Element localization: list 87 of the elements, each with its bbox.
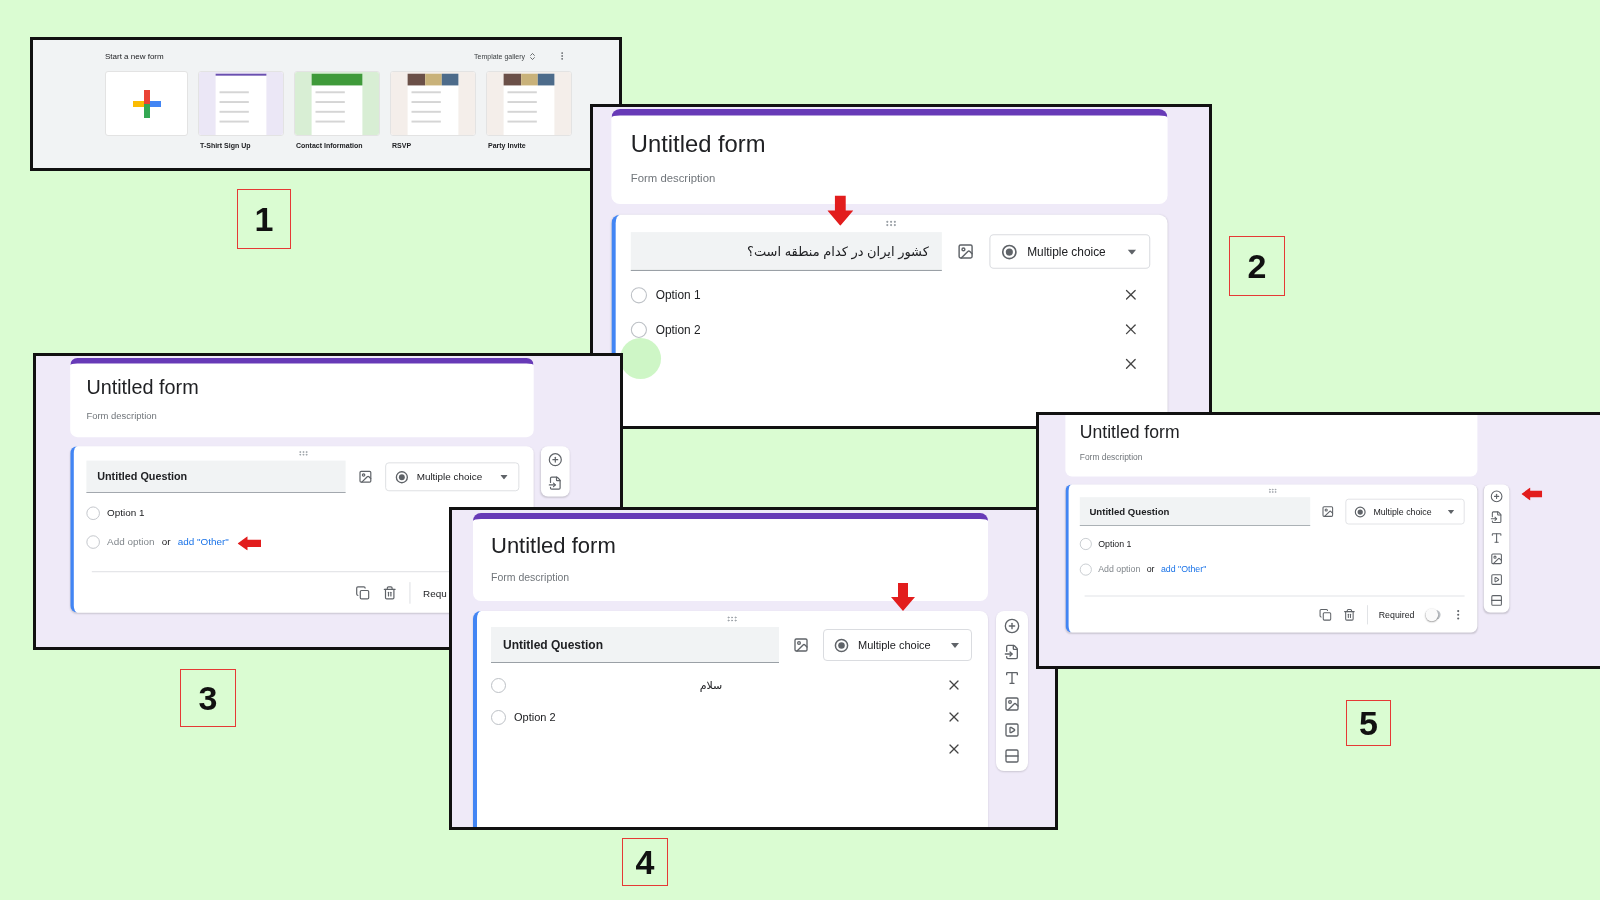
question-field[interactable]: Untitled Question <box>1079 497 1311 526</box>
question-type-dropdown[interactable]: Multiple choice <box>822 629 972 661</box>
required-label: Required <box>1378 609 1415 620</box>
trash-icon[interactable] <box>1343 608 1356 621</box>
import-icon[interactable] <box>548 475 563 491</box>
form-title: Untitled form <box>1079 422 1180 443</box>
drag-handle-icon[interactable] <box>1267 486 1277 496</box>
image-icon[interactable] <box>792 637 809 653</box>
import-icon[interactable] <box>1004 644 1020 660</box>
option-label[interactable]: Option 1 <box>655 288 701 302</box>
caret-icon <box>951 642 959 648</box>
template-thumbnail[interactable] <box>486 71 572 136</box>
option-label[interactable]: Option 1 <box>107 507 145 519</box>
template-thumbnail[interactable] <box>198 71 284 136</box>
import-icon[interactable] <box>1490 510 1503 524</box>
radio-button[interactable] <box>630 321 647 338</box>
form-title: Untitled form <box>630 130 766 159</box>
add-icon[interactable] <box>548 452 563 467</box>
template-thumbnail[interactable] <box>294 71 380 136</box>
text-icon[interactable] <box>1004 670 1020 686</box>
form-title: Untitled form <box>491 533 616 559</box>
copy-icon[interactable] <box>355 585 370 600</box>
section-icon[interactable] <box>1490 594 1503 607</box>
step-number: 1 <box>237 189 291 249</box>
form-description: Form description <box>491 571 570 583</box>
trash-icon[interactable] <box>382 585 397 600</box>
copy-icon[interactable] <box>1319 608 1332 621</box>
video-icon[interactable] <box>1490 573 1503 586</box>
form-description: Form description <box>1079 452 1143 462</box>
image-icon[interactable] <box>956 242 975 261</box>
arrow-annotation <box>1521 487 1543 501</box>
radio-button[interactable] <box>630 286 647 303</box>
radio-button[interactable] <box>491 677 506 693</box>
add-option-link[interactable]: Add option <box>1098 564 1141 574</box>
radio-button-icon <box>1354 505 1367 518</box>
or-text: or <box>161 536 171 547</box>
section-icon[interactable] <box>1004 748 1020 764</box>
question-field[interactable]: Untitled Question <box>491 627 779 663</box>
radio-button[interactable] <box>1079 537 1092 550</box>
image-icon[interactable] <box>1321 505 1335 518</box>
drag-handle-icon[interactable] <box>297 448 309 459</box>
text-icon[interactable] <box>1490 531 1503 545</box>
drag-handle-icon[interactable] <box>725 613 738 625</box>
add-other-link[interactable]: add "Other" <box>1160 564 1207 574</box>
plus-icon <box>130 87 163 120</box>
add-other-link[interactable]: add "Other" <box>177 536 229 547</box>
form-description: Form description <box>630 171 716 185</box>
or-text: or <box>1146 564 1155 574</box>
question-field[interactable]: Untitled Question <box>86 460 346 493</box>
image-icon[interactable] <box>1490 552 1503 566</box>
radio-button-icon <box>1001 243 1018 260</box>
required-label: Requ <box>423 587 447 598</box>
section-heading: Start a new form <box>105 51 164 61</box>
step-number: 3 <box>180 669 236 727</box>
add-option-link[interactable]: Add option <box>107 536 155 547</box>
question-type-dropdown[interactable]: Multiple choice <box>385 462 520 492</box>
radio-button[interactable] <box>86 506 100 520</box>
arrow-annotation <box>237 536 261 551</box>
form-description: Form description <box>86 410 157 421</box>
caret-icon <box>1127 248 1137 255</box>
required-switch[interactable] <box>1425 609 1441 620</box>
question-field[interactable]: کشور ایران در کدام منطقه است؟ <box>630 232 942 271</box>
template-thumbnail[interactable] <box>390 71 476 136</box>
video-icon[interactable] <box>1004 722 1020 738</box>
question-type-dropdown[interactable]: Multiple choice <box>1345 498 1465 525</box>
option-label[interactable]: Option 2 <box>514 711 556 723</box>
form-title: Untitled form <box>86 376 199 400</box>
expand-icon <box>528 51 537 61</box>
question-type-dropdown[interactable]: Multiple choice <box>989 234 1151 269</box>
add-icon[interactable] <box>1004 618 1020 634</box>
step-number: 4 <box>622 838 668 886</box>
option-label[interactable]: Option 2 <box>655 322 701 336</box>
step-number: 2 <box>1229 236 1285 296</box>
radio-button-icon <box>395 470 409 484</box>
arrow-annotation <box>891 583 915 611</box>
image-icon[interactable] <box>358 469 373 484</box>
caret-icon <box>1447 509 1455 514</box>
blank-form-button[interactable] <box>105 71 188 136</box>
option-label[interactable]: Option 1 <box>1098 538 1132 549</box>
radio-button-icon <box>833 637 849 653</box>
step-number: 5 <box>1346 700 1391 746</box>
caret-icon <box>500 474 508 480</box>
arrow-annotation <box>827 195 854 226</box>
image-icon[interactable] <box>1004 696 1020 712</box>
option-label[interactable]: سلام <box>699 678 723 692</box>
radio-button[interactable] <box>491 709 506 725</box>
add-icon[interactable] <box>1490 490 1503 503</box>
